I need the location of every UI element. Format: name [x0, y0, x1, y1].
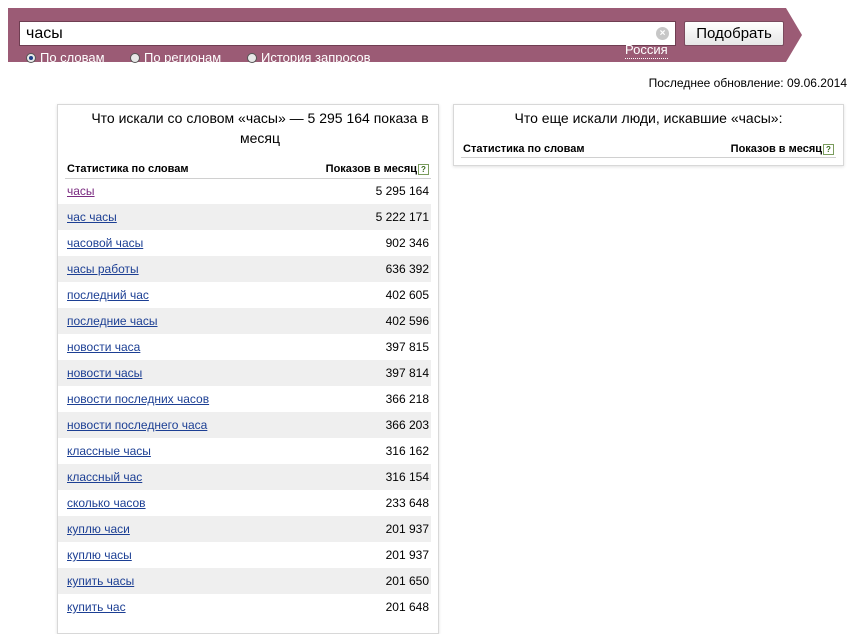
phrase-link[interactable]: часы работы — [67, 262, 139, 276]
phrase-link[interactable]: классные часы — [67, 444, 151, 458]
table-row: сколько часов 233 648 — [58, 490, 431, 516]
left-panel-title: Что искали со словом «часы» — 5 295 164 … — [91, 110, 429, 146]
phrase-link[interactable]: часы — [67, 184, 95, 198]
search-bar-arrow — [786, 8, 802, 62]
phrase-link[interactable]: часовой часы — [67, 236, 143, 250]
table-row: купить час 201 648 — [58, 594, 431, 620]
table-row: куплю часи 201 937 — [58, 516, 431, 542]
mode-label: По словам — [40, 50, 105, 65]
table-row: куплю часы 201 937 — [58, 542, 431, 568]
phrase-link[interactable]: час часы — [67, 210, 117, 224]
impressions-count: 366 203 — [385, 418, 429, 432]
last-update: Последнее обновление: 09.06.2014 — [648, 76, 847, 90]
impressions-count: 201 648 — [385, 600, 429, 614]
col-header-count-label: Показов в месяц — [730, 143, 822, 155]
phrase-link[interactable]: сколько часов — [67, 496, 146, 510]
impressions-count: 397 815 — [385, 340, 429, 354]
impressions-count: 5 222 171 — [375, 210, 429, 224]
table-row: новости последнего часа 366 203 — [58, 412, 431, 438]
mode-history[interactable]: История запросов — [247, 50, 371, 66]
table-row: новости часы 397 814 — [58, 360, 431, 386]
radio-icon — [130, 53, 140, 63]
impressions-count: 201 937 — [385, 522, 429, 536]
col-header-words: Статистика по словам — [463, 143, 585, 155]
mode-label: История запросов — [261, 50, 371, 65]
submit-button[interactable]: Подобрать — [684, 21, 784, 46]
table-row: последний час 402 605 — [58, 282, 431, 308]
right-panel-title: Что еще искали люди, искавшие «часы»: — [514, 110, 783, 126]
radio-icon — [247, 53, 257, 63]
phrase-link[interactable]: классный час — [67, 470, 142, 484]
search-input[interactable] — [20, 22, 650, 45]
phrase-link[interactable]: новости последних часов — [67, 392, 209, 406]
table-row: классные часы 316 162 — [58, 438, 431, 464]
impressions-count: 402 596 — [385, 314, 429, 328]
impressions-count: 316 154 — [385, 470, 429, 484]
help-icon[interactable]: ? — [823, 144, 834, 155]
phrase-link[interactable]: новости часы — [67, 366, 142, 380]
search-input-wrap: × — [19, 21, 676, 46]
table-row: классный час 316 154 — [58, 464, 431, 490]
mode-label: По регионам — [144, 50, 222, 65]
phrase-link[interactable]: последний час — [67, 288, 149, 302]
clear-icon[interactable]: × — [656, 27, 669, 40]
col-header-words: Статистика по словам — [67, 163, 189, 175]
help-icon[interactable]: ? — [418, 164, 429, 175]
impressions-count: 636 392 — [385, 262, 429, 276]
phrase-link[interactable]: куплю часы — [67, 548, 132, 562]
phrase-link[interactable]: куплю часи — [67, 522, 130, 536]
right-panel: Что еще искали люди, искавшие «часы»: Ст… — [453, 104, 844, 166]
phrase-link[interactable]: купить часы — [67, 574, 134, 588]
search-bar-content: × Подобрать По словам По регионам Истори… — [8, 8, 786, 65]
impressions-count: 366 218 — [385, 392, 429, 406]
impressions-count: 201 937 — [385, 548, 429, 562]
impressions-count: 402 605 — [385, 288, 429, 302]
table-row: новости последних часов 366 218 — [58, 386, 431, 412]
impressions-count: 5 295 164 — [375, 184, 429, 198]
table-row: часовой часы 902 346 — [58, 230, 431, 256]
impressions-count: 902 346 — [385, 236, 429, 250]
col-header-count: Показов в месяц? — [731, 143, 834, 155]
col-header-count-label: Показов в месяц — [325, 163, 417, 175]
impressions-count: 316 162 — [385, 444, 429, 458]
table-row: купить часы 201 650 — [58, 568, 431, 594]
table-row: последние часы 402 596 — [58, 308, 431, 334]
header-divider — [461, 157, 836, 158]
table-row: часы 5 295 164 — [58, 178, 431, 204]
col-header-count: Показов в месяц? — [326, 163, 429, 175]
phrase-link[interactable]: новости часа — [67, 340, 140, 354]
radio-checked-icon — [26, 53, 36, 63]
impressions-count: 397 814 — [385, 366, 429, 380]
mode-by-regions[interactable]: По регионам — [130, 50, 221, 66]
mode-by-words[interactable]: По словам — [26, 50, 105, 66]
table-row: час часы 5 222 171 — [58, 204, 431, 230]
impressions-count: 201 650 — [385, 574, 429, 588]
table-row: новости часа 397 815 — [58, 334, 431, 360]
phrase-link[interactable]: последние часы — [67, 314, 157, 328]
impressions-count: 233 648 — [385, 496, 429, 510]
phrase-link[interactable]: купить час — [67, 600, 126, 614]
table-row: часы работы 636 392 — [58, 256, 431, 282]
phrase-link[interactable]: новости последнего часа — [67, 418, 207, 432]
region-link[interactable]: Россия — [625, 42, 668, 59]
